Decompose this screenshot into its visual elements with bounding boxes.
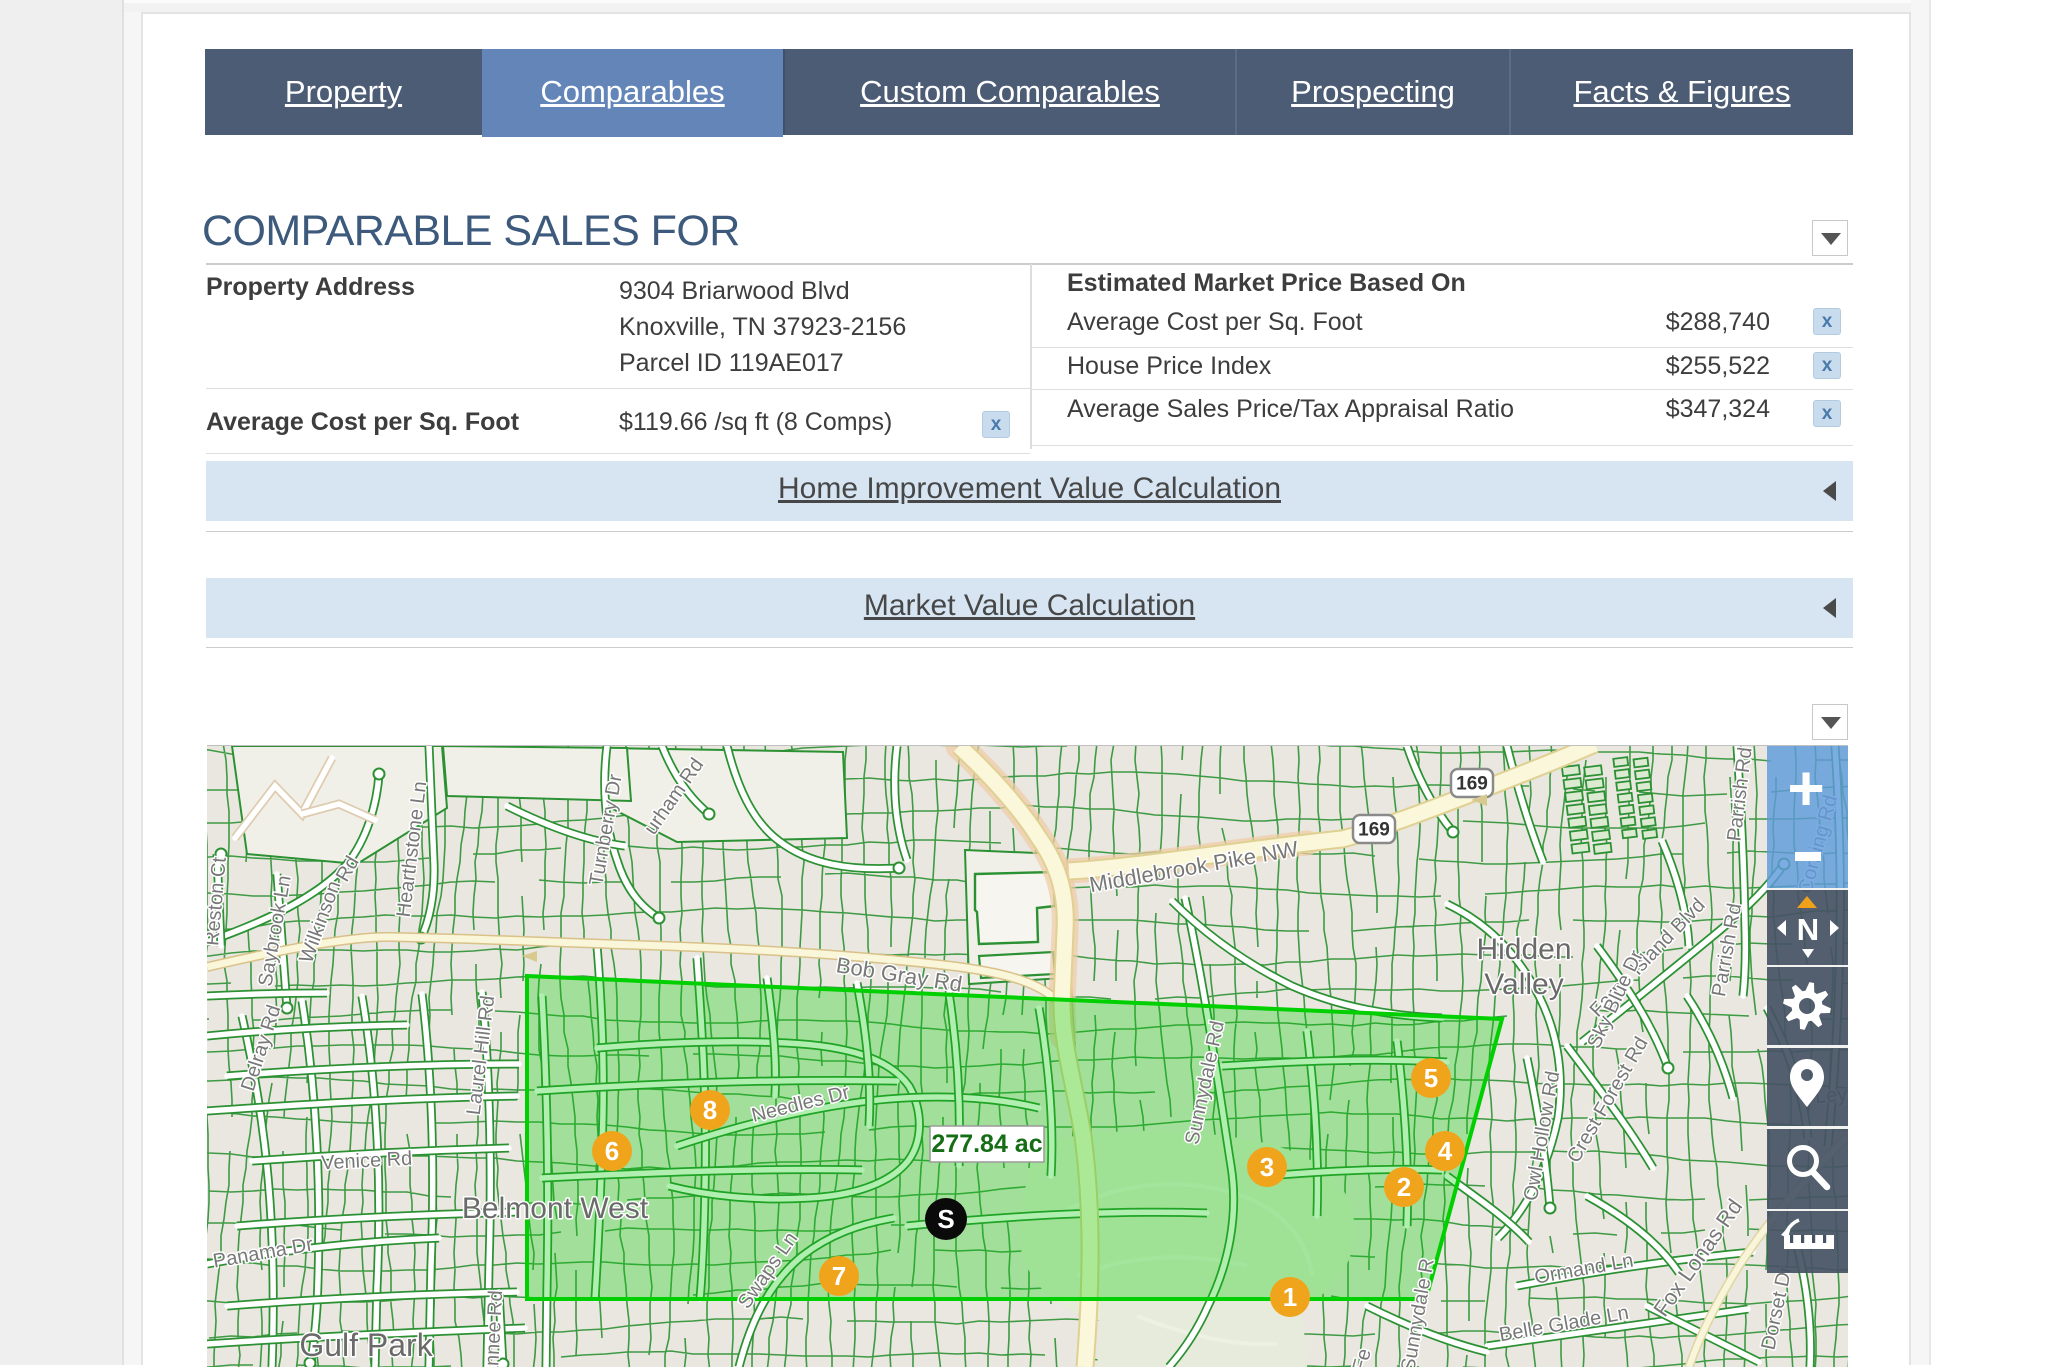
svg-text:annee Rd: annee Rd [481,1290,508,1367]
svg-text:N: N [1797,912,1819,947]
svg-text:277.84 ac: 277.84 ac [931,1130,1042,1158]
svg-text:2: 2 [1397,1172,1411,1202]
svg-text:+: + [1787,752,1824,824]
svg-text:6: 6 [605,1136,619,1166]
svg-text:8: 8 [703,1095,717,1125]
svg-text:169: 169 [1456,774,1488,795]
svg-text:5: 5 [1424,1063,1438,1093]
svg-text:4: 4 [1438,1136,1453,1166]
svg-text:S: S [937,1204,954,1234]
svg-text:Gulf Park: Gulf Park [299,1327,433,1363]
svg-text:Valley: Valley [1484,968,1563,1001]
svg-text:Belmont West: Belmont West [462,1192,649,1225]
svg-text:Hidden: Hidden [1476,933,1571,966]
svg-text:3: 3 [1260,1152,1274,1182]
svg-text:169: 169 [1358,820,1390,841]
svg-text:7: 7 [832,1261,846,1291]
svg-text:1: 1 [1283,1282,1297,1312]
